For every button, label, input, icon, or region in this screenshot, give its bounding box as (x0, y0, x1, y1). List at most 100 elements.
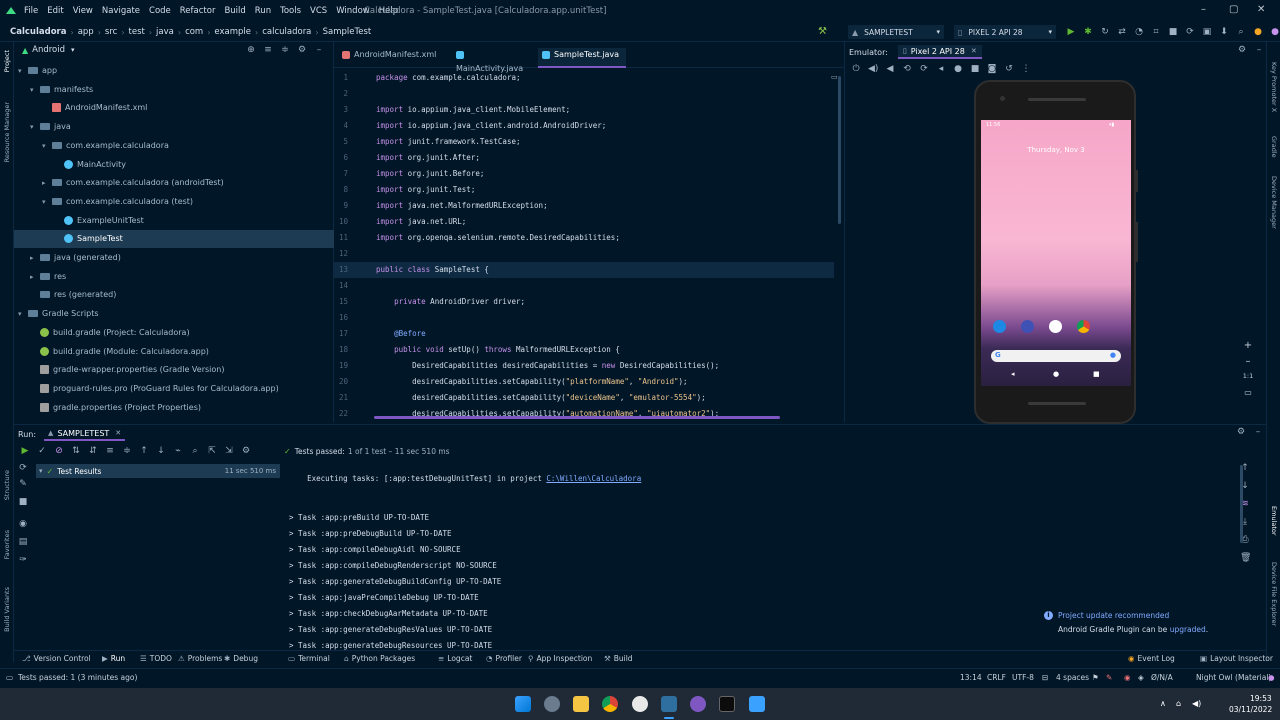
project-tree-item[interactable]: MainActivity (14, 156, 334, 174)
settings-icon[interactable]: ● (1270, 27, 1280, 37)
tool-tab-run[interactable]: ▶ Run (102, 654, 125, 663)
line-separator[interactable]: CRLF (987, 673, 1006, 682)
collapse-all-icon[interactable]: ≑ (122, 446, 132, 456)
code-line[interactable]: 10 import java.net.URL; (334, 214, 834, 230)
layout-icon[interactable]: ▤ (18, 537, 28, 547)
indent-setting[interactable]: 4 spaces (1056, 673, 1089, 682)
breadcrumb-item[interactable]: SampleTest (323, 27, 372, 37)
apply-code-changes-icon[interactable]: ⇄ (1117, 27, 1127, 37)
overview-icon[interactable]: ■ (970, 64, 980, 74)
memory-icon[interactable]: ◈ (1138, 673, 1144, 682)
close-icon[interactable]: ✕ (115, 429, 121, 437)
volume-down-icon[interactable]: ◀ (885, 64, 895, 74)
locate-icon[interactable]: ⊕ (246, 45, 256, 55)
phone-app-icon-phone[interactable] (993, 320, 1006, 333)
emulator-tool-tab[interactable]: Emulator (1270, 506, 1278, 536)
upgrade-link[interactable]: upgraded (1170, 625, 1206, 634)
gear-icon[interactable]: ⚙ (1237, 45, 1247, 55)
phone-side-button[interactable] (1135, 170, 1138, 192)
status-panel-icon[interactable]: ▭ (6, 673, 13, 682)
tool-tab-event-log[interactable]: ◉ Event Log (1128, 654, 1175, 663)
cursor-position[interactable]: 13:14 (960, 673, 982, 682)
phone-volume-button[interactable] (1135, 222, 1138, 262)
zoom-one-to-one[interactable]: 1:1 (1241, 372, 1255, 388)
status-message[interactable]: Tests passed: 1 (3 minutes ago) (18, 673, 137, 682)
attach-debugger-icon[interactable]: ⌗ (1151, 27, 1161, 37)
zoom-out-icon[interactable]: – (1241, 356, 1255, 372)
camera-icon[interactable]: ◙ (987, 64, 997, 74)
more-icon[interactable]: ⋮ (1021, 64, 1031, 74)
expand-all-icon[interactable]: ≡ (105, 446, 115, 456)
code-area[interactable]: 1 package com.example.calculadora; 2 3 impor… (334, 70, 844, 422)
console-project-link[interactable]: C:\Willen\Calculadora (546, 474, 641, 483)
key-promoter-tool-tab[interactable]: Key Promoter X (1270, 62, 1278, 112)
project-tree-item[interactable]: ▸ com.example.calculadora (androidTest) (14, 174, 334, 192)
clock-date[interactable]: 03/11/2022 (1229, 705, 1272, 714)
gear-icon[interactable]: ⚙ (241, 446, 251, 456)
code-line[interactable]: 18 public void setUp() throws MalformedU… (334, 342, 834, 358)
run-tab[interactable]: ▲ SAMPLETEST ✕ (44, 427, 126, 441)
chevron-right-icon[interactable]: ▸ (30, 268, 40, 286)
menu-item-vcs[interactable]: VCS (310, 6, 327, 16)
code-line[interactable]: 3 import io.appium.java_client.MobileElem… (334, 102, 834, 118)
notepad-icon[interactable] (749, 696, 765, 712)
emulator-device-tab[interactable]: ▯ Pixel 2 API 28 ✕ (897, 45, 982, 59)
tool-tab-logcat[interactable]: ≡ Logcat (438, 654, 472, 663)
tool-tab-debug[interactable]: ✱ Debug (224, 654, 258, 663)
device-select[interactable]: ▯ PIXEL 2 API 28 ▾ (954, 25, 1056, 39)
next-failed-icon[interactable]: ↓ (156, 446, 166, 456)
menu-item-run[interactable]: Run (255, 6, 271, 16)
project-tree-item[interactable]: proguard-rules.pro (ProGuard Rules for C… (14, 380, 334, 398)
tool-tab-todo[interactable]: ☰ TODO (140, 654, 172, 663)
code-line[interactable]: 4 import io.appium.java_client.android.An… (334, 118, 834, 134)
project-tree-item[interactable]: ExampleUnitTest (14, 212, 334, 230)
close-icon[interactable]: ✕ (971, 47, 977, 55)
collapse-all-icon[interactable]: ≑ (280, 45, 290, 55)
device-file-explorer-tool-tab[interactable]: Device File Explorer (1270, 562, 1278, 626)
show-ignored-icon[interactable]: ⊘ (54, 446, 64, 456)
menu-item-edit[interactable]: Edit (47, 6, 63, 16)
terminal-icon[interactable] (719, 696, 735, 712)
chevron-down-icon[interactable]: ▾ (18, 62, 28, 80)
tool-tab-version-control[interactable]: ⎇ Version Control (22, 654, 91, 663)
volume-up-icon[interactable]: ◀) (868, 64, 878, 74)
code-line[interactable]: 5 import junit.framework.TestCase; (334, 134, 834, 150)
snapshot-icon[interactable]: ↺ (1004, 64, 1014, 74)
project-tree-item[interactable]: ▾ Gradle Scripts (14, 305, 334, 323)
phone-nav-overview-icon[interactable]: ■ (1093, 370, 1100, 378)
menu-item-tools[interactable]: Tools (280, 6, 301, 16)
project-tree-item[interactable]: res (generated) (14, 286, 334, 304)
apply-changes-icon[interactable]: ↻ (1100, 27, 1110, 37)
project-tool-tab[interactable]: Project (3, 50, 11, 72)
code-line[interactable]: 21 desiredCapabilities.setCapability("de… (334, 390, 834, 406)
home-icon[interactable]: ● (953, 64, 963, 74)
breadcrumb-item[interactable]: com (185, 27, 203, 37)
breadcrumb-item[interactable]: java (156, 27, 174, 37)
code-line[interactable]: 1 package com.example.calculadora; (334, 70, 834, 86)
breadcrumb-item[interactable]: example (214, 27, 251, 37)
code-line[interactable]: 8 import org.junit.Test; (334, 182, 834, 198)
rotate-left-icon[interactable]: ⟲ (902, 64, 912, 74)
chevron-down-icon[interactable]: ▾ (42, 193, 52, 211)
tool-tab-terminal[interactable]: ▭ Terminal (288, 654, 330, 663)
reader-mode-icon[interactable]: ▭ (831, 73, 838, 81)
fit-screen-icon[interactable]: ▭ (1241, 388, 1255, 404)
export-icon[interactable]: ⇱ (207, 446, 217, 456)
editor-tab[interactable]: AndroidManifest.xml (338, 48, 442, 68)
chevron-right-icon[interactable]: ▸ (42, 174, 52, 192)
tray-volume-icon[interactable]: ◀) (1192, 699, 1201, 708)
menu-item-code[interactable]: Code (149, 6, 171, 16)
tool-tab-profiler[interactable]: ◔ Profiler (486, 654, 522, 663)
chevron-down-icon[interactable]: ▾ (18, 305, 28, 323)
phone-search-bar[interactable]: G ● (991, 350, 1121, 362)
menu-item-build[interactable]: Build (224, 6, 245, 16)
menu-item-refactor[interactable]: Refactor (180, 6, 216, 16)
menu-item-file[interactable]: File (24, 6, 38, 16)
stop-icon[interactable]: ■ (1168, 27, 1178, 37)
console-scrollbar[interactable] (1240, 465, 1243, 543)
code-line[interactable]: 14 (334, 278, 834, 294)
vcs-status[interactable]: Ø/N/A (1151, 673, 1173, 682)
favorites-tool-tab[interactable]: Favorites (3, 530, 11, 559)
code-line[interactable]: 13 public class SampleTest { (334, 262, 834, 278)
menu-item-navigate[interactable]: Navigate (102, 6, 140, 16)
